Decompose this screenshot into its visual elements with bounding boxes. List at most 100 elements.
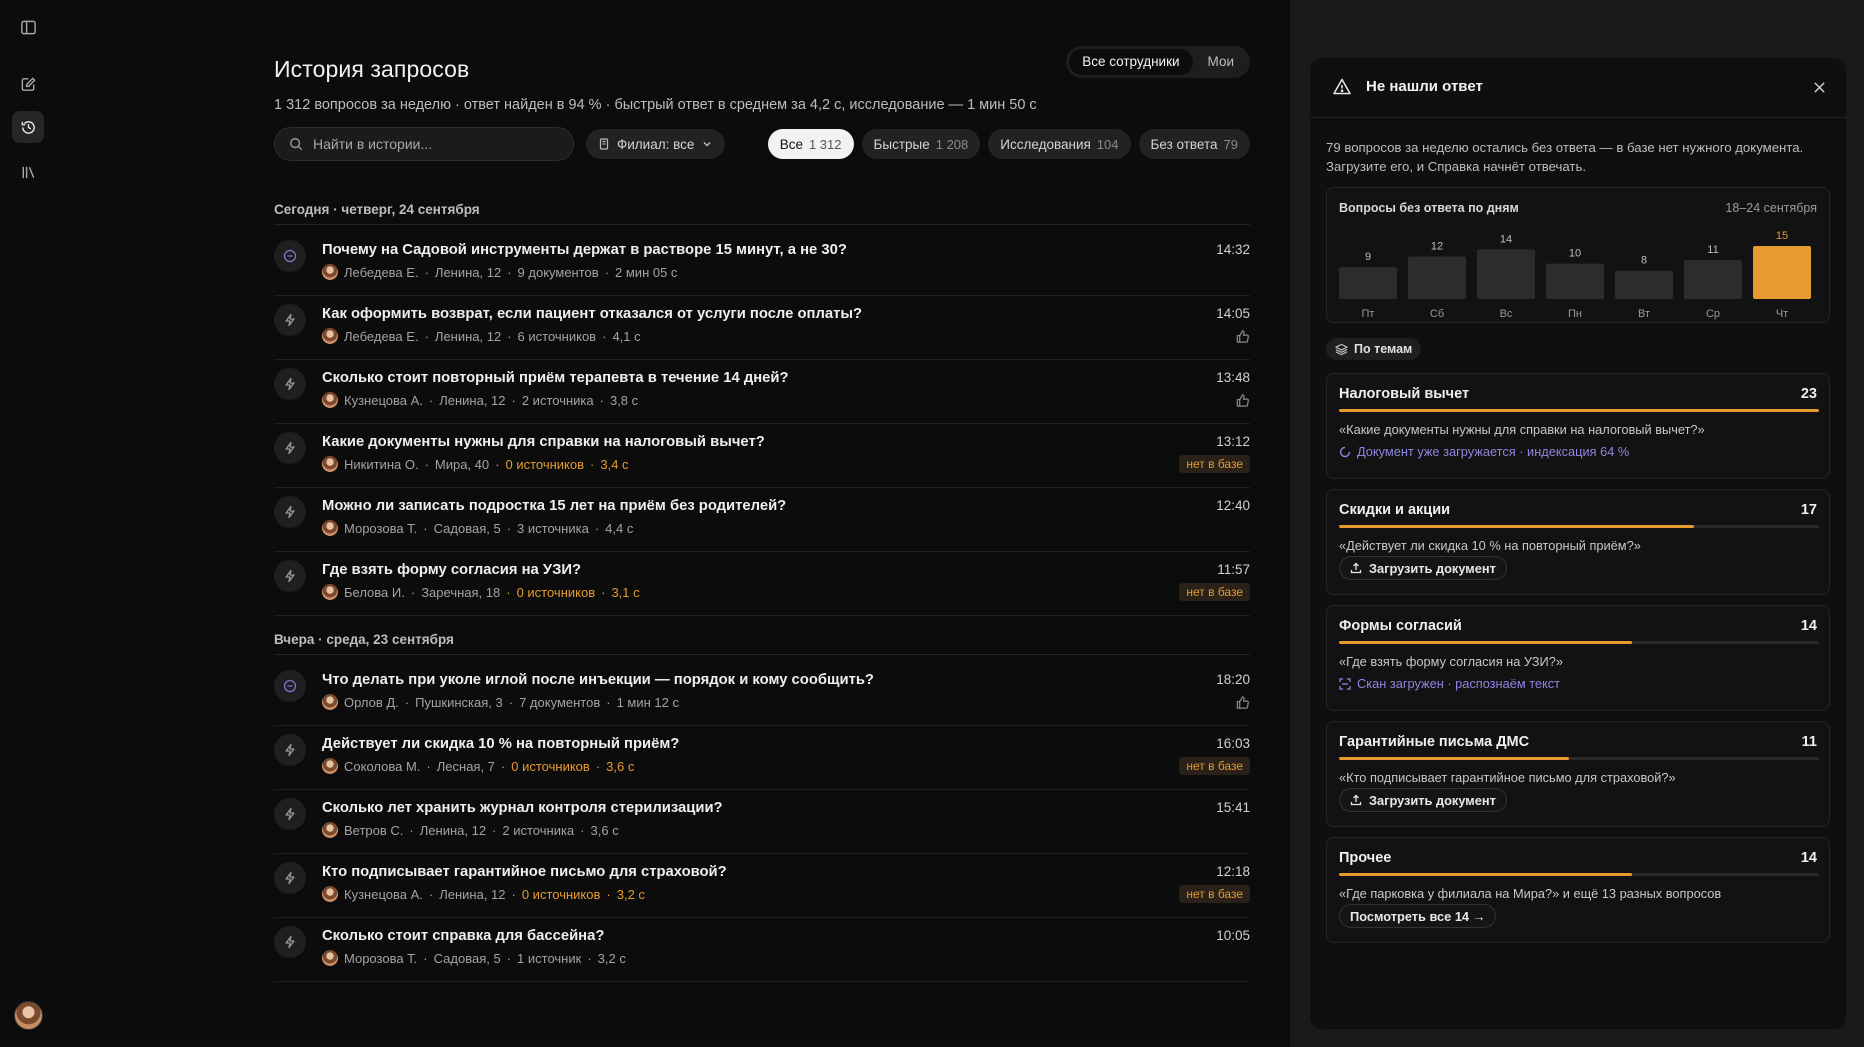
history-row[interactable]: Сколько стоит повторный приём терапевта …	[274, 360, 1250, 424]
history-row[interactable]: Действует ли скидка 10 % на повторный пр…	[274, 726, 1250, 790]
chip-unanswered[interactable]: Без ответа 79	[1138, 129, 1250, 159]
topic-status: Документ уже загружается · индексация 64…	[1339, 444, 1629, 459]
history-icon[interactable]	[12, 111, 44, 143]
chip-quick[interactable]: Быстрые 1 208	[861, 129, 981, 159]
divider	[274, 224, 1250, 225]
chart-value-label: 14	[1500, 234, 1512, 246]
chip-label: Быстрые	[873, 136, 930, 152]
meta-separator: ·	[424, 456, 429, 472]
question-text: Почему на Садовой инструменты держат в р…	[322, 242, 847, 258]
upload-icon	[1350, 794, 1362, 806]
thumb-up-icon[interactable]	[1235, 393, 1250, 408]
history-row[interactable]: Что делать при уколе иглой после инъекци…	[274, 662, 1250, 726]
new-chat-icon[interactable]	[12, 68, 44, 100]
chart-bar[interactable]	[1477, 249, 1535, 299]
question-text: Можно ли записать подростка 15 лет на пр…	[322, 498, 787, 514]
row-time: 13:12	[1216, 434, 1250, 449]
chart-bar[interactable]	[1684, 260, 1742, 299]
row-time: 12:40	[1216, 498, 1250, 513]
user-avatar	[322, 328, 338, 344]
meta-item: Лебедева Е.	[344, 264, 419, 280]
day-group-heading: Вчера · среда, 23 сентября	[274, 632, 454, 647]
meta-separator: ·	[506, 520, 512, 536]
topic-card: Формы согласий 14 «Где взять форму согласи…	[1326, 605, 1830, 711]
not-in-base-badge: нет в базе	[1179, 757, 1250, 775]
row-meta: Кузнецова А. · Ленина, 12 · 2 источника · 3,8 …	[322, 392, 638, 408]
history-row[interactable]: Кто подписывает гарантийное письмо для с…	[274, 854, 1250, 918]
daily-chart-card: Вопросы без ответа по дням 18–24 сентябр…	[1326, 187, 1830, 323]
panel-title: Не нашли ответ	[1366, 78, 1483, 95]
scope-all-employees[interactable]: Все сотрудники	[1069, 49, 1193, 75]
upload-document-button[interactable]: Загрузить документ	[1339, 788, 1507, 812]
chart-value-label: 15	[1776, 230, 1788, 242]
unanswered-panel: Не нашли ответ 79 вопросов за неделю ост…	[1310, 58, 1846, 1029]
history-row[interactable]: Сколько стоит справка для бассейна? Мороз…	[274, 918, 1250, 982]
search-input[interactable]	[313, 136, 553, 152]
topic-count: 17	[1800, 502, 1817, 518]
meta-warning: 0 источников	[521, 886, 601, 902]
row-meta: Лебедева Е. · Ленина, 12 · 6 источников · 4,1 …	[322, 328, 641, 344]
chart-bar[interactable]	[1339, 267, 1397, 299]
question-text: Сколько лет хранить журнал контроля стер…	[322, 800, 723, 816]
meta-separator: ·	[506, 584, 511, 600]
meta-separator: ·	[595, 758, 601, 774]
sidebar-toggle-icon[interactable]	[12, 11, 44, 43]
user-avatar[interactable]	[14, 1001, 43, 1030]
meta-separator: ·	[511, 392, 516, 408]
meta-separator: ·	[426, 758, 431, 774]
topic-share-fill	[1339, 641, 1632, 644]
topic-share-fill	[1339, 409, 1819, 412]
daily-bar-chart: 9 Пт 12 Сб 14 Вс 10 Пн 8 Вт 11 Ср 15 Чт	[1339, 230, 1811, 320]
branch-filter-dropdown[interactable]: Филиал: все	[586, 129, 726, 159]
divider	[274, 654, 1250, 655]
history-row[interactable]: Сколько лет хранить журнал контроля стер…	[274, 790, 1250, 854]
chart-bar[interactable]	[1753, 246, 1811, 299]
topic-status-text: Документ уже загружается · индексация 64…	[1357, 444, 1630, 459]
meta-separator: ·	[590, 456, 595, 472]
history-row[interactable]: Какие документы нужны для справки на нал…	[274, 424, 1250, 488]
topics-label: По темам	[1354, 342, 1413, 356]
history-row[interactable]: Можно ли записать подростка 15 лет на пр…	[274, 488, 1250, 552]
chip-all[interactable]: Все 1 312	[767, 129, 854, 159]
question-text: Сколько стоит справка для бассейна?	[322, 928, 605, 944]
thumb-up-icon[interactable]	[1235, 329, 1250, 344]
thumb-up-icon[interactable]	[1235, 695, 1250, 710]
chart-value-label: 12	[1431, 241, 1443, 253]
meta-item: Ленина, 12	[439, 886, 506, 902]
bolt-icon	[274, 926, 306, 958]
topic-card: Налоговый вычет 23 «Какие документы нужны …	[1326, 373, 1830, 479]
row-meta: Лебедева Е. · Ленина, 12 · 9 документов · 2 ми…	[322, 264, 677, 280]
chart-bar[interactable]	[1615, 270, 1673, 299]
row-time: 13:48	[1216, 370, 1250, 385]
history-row[interactable]: Где взять форму согласия на УЗИ? Белова И…	[274, 552, 1250, 616]
topic-example-quote: «Кто подписывает гарантийное письмо для …	[1339, 770, 1676, 785]
chart-bar[interactable]	[1546, 263, 1604, 299]
close-icon[interactable]	[1808, 76, 1830, 98]
left-rail	[0, 0, 56, 1047]
chip-count: 104	[1096, 136, 1119, 152]
upload-document-button[interactable]: Загрузить документ	[1339, 556, 1507, 580]
meta-item: 4,1 с	[612, 328, 641, 344]
library-icon[interactable]	[12, 156, 44, 188]
meta-separator: ·	[594, 520, 600, 536]
chart-category-label: Пт	[1362, 308, 1375, 320]
row-meta: Никитина О. · Мира, 40 · 0 источников · 3,4 с	[322, 456, 629, 472]
history-row[interactable]: Почему на Садовой инструменты держат в р…	[274, 232, 1250, 296]
chart-category-label: Пн	[1568, 308, 1582, 320]
scope-mine[interactable]: Мои	[1195, 49, 1247, 75]
view-all-button[interactable]: Посмотреть все 14 →	[1339, 904, 1497, 928]
meta-item: 2 мин 05 с	[615, 264, 678, 280]
chart-bar[interactable]	[1408, 256, 1466, 299]
chip-research[interactable]: Исследования 104	[988, 129, 1131, 159]
history-row[interactable]: Как оформить возврат, если пациент отказ…	[274, 296, 1250, 360]
by-topics-label: По темам	[1326, 338, 1422, 360]
meta-separator: ·	[606, 694, 611, 710]
meta-warning: 3,1 с	[611, 584, 640, 600]
spinner-icon	[1339, 446, 1351, 458]
meta-warning: 0 источников	[516, 584, 596, 600]
topic-name: Прочее	[1339, 850, 1392, 866]
not-in-base-badge: нет в базе	[1179, 455, 1250, 473]
meta-item: 3 источника	[517, 520, 589, 536]
page-title: История запросов	[274, 56, 470, 82]
chart-value-label: 11	[1707, 244, 1718, 256]
